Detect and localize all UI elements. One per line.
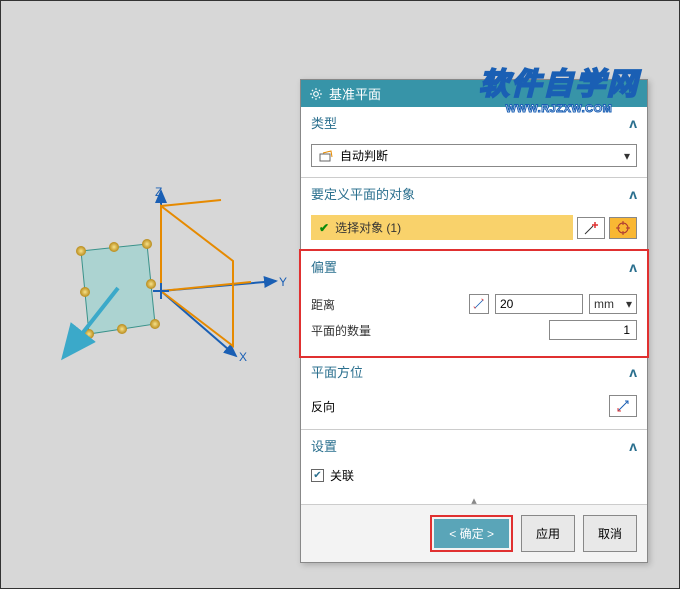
apply-button[interactable]: 应用	[521, 515, 575, 552]
svg-text:X: X	[239, 350, 247, 364]
section-objects: 要定义平面的对象 ʌ ✔ 选择对象 (1)	[301, 178, 647, 251]
chevron-up-icon: ʌ	[629, 259, 637, 275]
chevron-up-icon: ʌ	[629, 438, 637, 454]
add-selection-button[interactable]	[577, 217, 605, 239]
unit-dropdown[interactable]: mm ▾	[589, 294, 637, 314]
plane-count-input[interactable]	[549, 320, 637, 340]
section-offset-header[interactable]: 偏置 ʌ	[301, 251, 647, 282]
dialog-titlebar[interactable]: 基准平面	[301, 80, 647, 107]
chevron-up-icon: ʌ	[629, 186, 637, 202]
datum-plane-dialog: 基准平面 类型 ʌ 自动判断 ▾ 要定义平面的对象 ʌ ✔ 选择对象 (1)	[300, 79, 648, 563]
target-selection-button[interactable]	[609, 217, 637, 239]
measure-button[interactable]	[469, 294, 489, 314]
section-offset: 偏置 ʌ 距离 mm ▾ 平面的数量	[299, 249, 649, 358]
cancel-button[interactable]: 取消	[583, 515, 637, 552]
section-orient-header[interactable]: 平面方位 ʌ	[301, 356, 647, 387]
plane-count-label: 平面的数量	[311, 322, 543, 339]
ok-highlight: < 确定 >	[430, 515, 513, 552]
section-settings-header[interactable]: 设置 ʌ	[301, 430, 647, 461]
chevron-down-icon: ▾	[626, 297, 632, 311]
chevron-up-icon: ʌ	[629, 364, 637, 380]
section-orient: 平面方位 ʌ 反向	[301, 356, 647, 430]
chevron-up-icon: ʌ	[629, 115, 637, 131]
distance-input[interactable]	[495, 294, 583, 314]
svg-text:Z: Z	[155, 186, 162, 199]
reverse-label: 反向	[311, 398, 335, 415]
collapse-handle[interactable]: ▴	[301, 498, 647, 504]
associative-checkbox[interactable]: ✔	[311, 469, 324, 482]
section-type-header[interactable]: 类型 ʌ	[301, 107, 647, 138]
ok-button[interactable]: < 确定 >	[434, 519, 509, 548]
associative-label: 关联	[330, 467, 354, 484]
reverse-direction-button[interactable]	[609, 395, 637, 417]
svg-text:Y: Y	[279, 275, 287, 289]
auto-infer-icon	[318, 148, 334, 164]
dialog-button-bar: < 确定 > 应用 取消	[301, 505, 647, 562]
distance-label: 距离	[311, 296, 463, 313]
chevron-down-icon: ▾	[624, 149, 630, 163]
section-settings: 设置 ʌ ✔ 关联 ▴	[301, 430, 647, 505]
check-icon: ✔	[319, 221, 329, 235]
selection-display[interactable]: ✔ 选择对象 (1)	[311, 215, 573, 240]
selection-label: 选择对象 (1)	[335, 219, 401, 236]
section-objects-header[interactable]: 要定义平面的对象 ʌ	[301, 178, 647, 209]
gear-icon	[309, 87, 323, 101]
type-dropdown[interactable]: 自动判断 ▾	[311, 144, 637, 167]
coord-system: Z Y X	[61, 186, 301, 406]
type-label: 自动判断	[340, 147, 388, 164]
dialog-title: 基准平面	[329, 84, 381, 103]
section-type: 类型 ʌ 自动判断 ▾	[301, 107, 647, 178]
